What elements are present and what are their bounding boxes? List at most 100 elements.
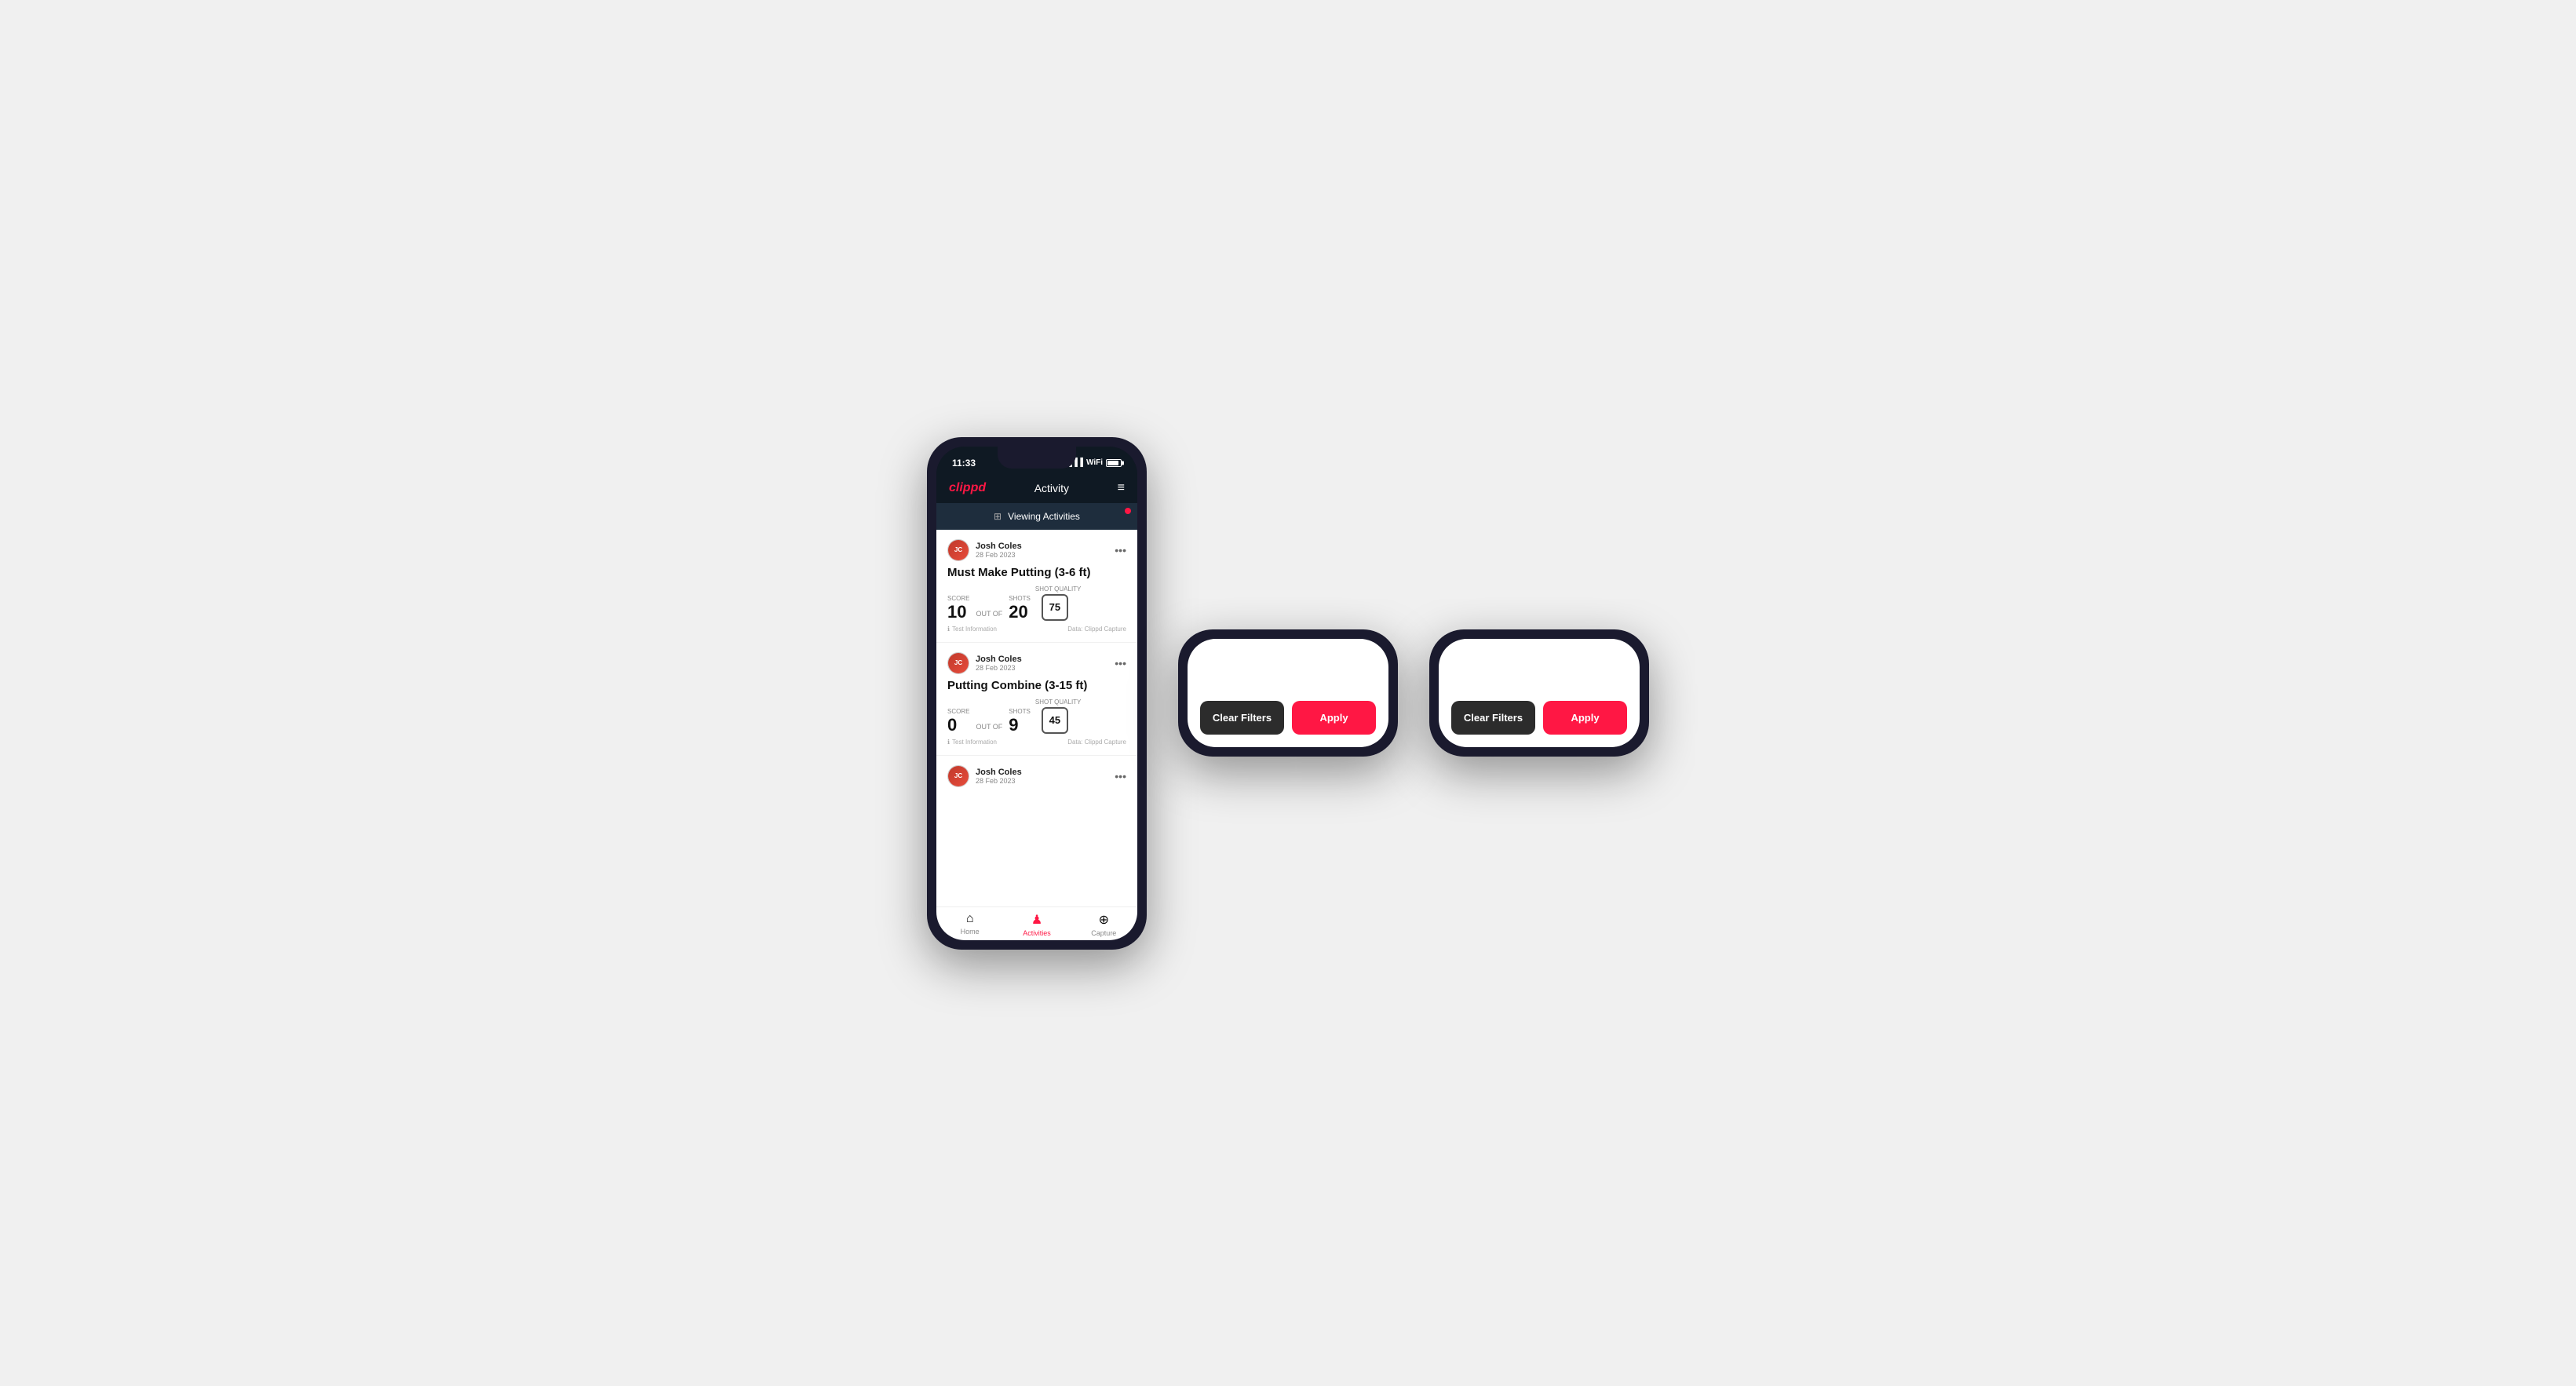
avatar-inner-3: JC (948, 766, 969, 786)
nav-bar-1: clippd Activity ≡ (936, 475, 1137, 503)
card-header-2: JC Josh Coles 28 Feb 2023 ••• (947, 652, 1126, 674)
info-icon-2: ℹ (947, 739, 950, 746)
shots-stat-1: Shots 20 (1009, 595, 1031, 621)
card-header-1: JC Josh Coles 28 Feb 2023 ••• (947, 539, 1126, 561)
shots-stat-2: Shots 9 (1009, 708, 1031, 734)
phone-3: 11:33 ▐▐▐ WiFi clippd Activity ≡ ⊞ Viewi… (1429, 629, 1649, 757)
avatar-inner-1: JC (948, 540, 969, 560)
notch-1 (998, 447, 1076, 469)
user-date-2: 28 Feb 2023 (976, 664, 1022, 672)
notification-dot-1 (1125, 508, 1131, 514)
shot-quality-stat-2: Shot Quality 45 (1035, 698, 1082, 734)
activity-list-1: JC Josh Coles 28 Feb 2023 ••• Must Make … (936, 530, 1137, 906)
test-info-1: ℹ Test Information (947, 626, 997, 633)
tab-activities-1[interactable]: ♟ Activities (1003, 912, 1070, 937)
shots-label-1: Shots (1009, 595, 1031, 602)
score-value-2: 0 (947, 717, 969, 734)
card-footer-1: ℹ Test Information Data: Clippd Capture (947, 626, 1126, 633)
filter-icon-1: ⊞ (994, 511, 1002, 522)
user-info-1: JC Josh Coles 28 Feb 2023 (947, 539, 1022, 561)
user-info-3: JC Josh Coles 28 Feb 2023 (947, 765, 1022, 787)
avatar-1: JC (947, 539, 969, 561)
tab-home-label-1: Home (961, 928, 980, 936)
score-value-1: 10 (947, 604, 969, 621)
nav-title-1: Activity (1034, 482, 1069, 494)
spacer-3 (1451, 639, 1627, 685)
spacer-2 (1200, 639, 1376, 685)
phone-2: 11:33 ▐▐▐ WiFi clippd Activity ≡ ⊞ Viewi… (1178, 629, 1398, 757)
tab-capture-1[interactable]: ⊕ Capture (1071, 912, 1137, 937)
battery-icon-1 (1106, 459, 1122, 467)
user-name-1: Josh Coles (976, 542, 1022, 551)
test-info-text-1: Test Information (952, 626, 997, 633)
phone-1: 11:33 ▐▐▐ WiFi clippd Activity ≡ ⊞ Viewi… (927, 437, 1147, 950)
wifi-icon-1: WiFi (1086, 458, 1103, 467)
activity-card-3: JC Josh Coles 28 Feb 2023 ••• (936, 756, 1137, 801)
apply-btn-3[interactable]: Apply (1543, 701, 1627, 735)
shot-quality-box-1: 75 (1042, 594, 1068, 621)
status-time-1: 11:33 (952, 458, 976, 469)
out-of-2: OUT OF (976, 723, 1002, 731)
avatar-3: JC (947, 765, 969, 787)
shot-quality-stat-1: Shot Quality 75 (1035, 585, 1082, 621)
more-btn-2[interactable]: ••• (1115, 657, 1126, 669)
user-date-1: 28 Feb 2023 (976, 551, 1022, 559)
card-footer-2: ℹ Test Information Data: Clippd Capture (947, 739, 1126, 746)
data-source-1: Data: Clippd Capture (1067, 626, 1126, 633)
stats-row-1: Score 10 OUT OF Shots 20 Shot Quality 75 (947, 585, 1126, 621)
filter-modal-3: Filter ✕ Show Rounds Practice Drills Pra… (1439, 639, 1640, 747)
scene: 11:33 ▐▐▐ WiFi clippd Activity ≡ ⊞ Viewi… (927, 437, 1649, 950)
user-name-3: Josh Coles (976, 768, 1022, 777)
tab-capture-label-1: Capture (1091, 929, 1116, 937)
info-icon-1: ℹ (947, 626, 950, 633)
shot-quality-label-2: Shot Quality (1035, 698, 1082, 706)
avatar-2: JC (947, 652, 969, 674)
clear-filters-btn-2[interactable]: Clear Filters (1200, 701, 1284, 735)
apply-btn-2[interactable]: Apply (1292, 701, 1376, 735)
capture-icon-1: ⊕ (1099, 912, 1109, 928)
score-stat-1: Score 10 (947, 595, 969, 621)
shots-value-1: 20 (1009, 604, 1031, 621)
user-name-2: Josh Coles (976, 655, 1022, 664)
card-header-3: JC Josh Coles 28 Feb 2023 ••• (947, 765, 1126, 787)
data-source-2: Data: Clippd Capture (1067, 739, 1126, 746)
more-btn-3[interactable]: ••• (1115, 770, 1126, 782)
shots-value-2: 9 (1009, 717, 1031, 734)
shot-quality-label-1: Shot Quality (1035, 585, 1082, 593)
activity-card-2: JC Josh Coles 28 Feb 2023 ••• Putting Co… (936, 643, 1137, 756)
viewing-bar-1[interactable]: ⊞ Viewing Activities (936, 503, 1137, 530)
shot-quality-box-2: 45 (1042, 707, 1068, 734)
tab-home-1[interactable]: ⌂ Home (936, 912, 1003, 937)
filter-actions-3: Clear Filters Apply (1451, 701, 1627, 735)
out-of-1: OUT OF (976, 610, 1002, 618)
menu-icon-1[interactable]: ≡ (1118, 481, 1125, 495)
phone-2-screen: 11:33 ▐▐▐ WiFi clippd Activity ≡ ⊞ Viewi… (1188, 639, 1388, 747)
activities-icon-1: ♟ (1031, 912, 1042, 928)
tab-activities-label-1: Activities (1023, 929, 1051, 937)
more-btn-1[interactable]: ••• (1115, 544, 1126, 556)
filter-modal-2: Filter ✕ Show Rounds Practice Drills Rou… (1188, 639, 1388, 747)
score-stat-2: Score 0 (947, 708, 969, 734)
logo-1: clippd (949, 481, 986, 495)
user-date-3: 28 Feb 2023 (976, 777, 1022, 785)
phone-3-screen: 11:33 ▐▐▐ WiFi clippd Activity ≡ ⊞ Viewi… (1439, 639, 1640, 747)
user-details-2: Josh Coles 28 Feb 2023 (976, 655, 1022, 672)
phone-1-screen: 11:33 ▐▐▐ WiFi clippd Activity ≡ ⊞ Viewi… (936, 447, 1137, 940)
viewing-bar-text-1: Viewing Activities (1008, 511, 1080, 522)
score-label-1: Score (947, 595, 969, 602)
filter-actions-2: Clear Filters Apply (1200, 701, 1376, 735)
avatar-inner-2: JC (948, 653, 969, 673)
user-details-3: Josh Coles 28 Feb 2023 (976, 768, 1022, 785)
shots-label-2: Shots (1009, 708, 1031, 715)
activity-title-1: Must Make Putting (3-6 ft) (947, 566, 1126, 579)
test-info-2: ℹ Test Information (947, 739, 997, 746)
activity-card-1: JC Josh Coles 28 Feb 2023 ••• Must Make … (936, 530, 1137, 643)
stats-row-2: Score 0 OUT OF Shots 9 Shot Quality 45 (947, 698, 1126, 734)
tab-bar-1: ⌂ Home ♟ Activities ⊕ Capture (936, 906, 1137, 940)
user-details-1: Josh Coles 28 Feb 2023 (976, 542, 1022, 559)
score-label-2: Score (947, 708, 969, 715)
user-info-2: JC Josh Coles 28 Feb 2023 (947, 652, 1022, 674)
clear-filters-btn-3[interactable]: Clear Filters (1451, 701, 1535, 735)
test-info-text-2: Test Information (952, 739, 997, 746)
home-icon-1: ⌂ (966, 912, 974, 926)
